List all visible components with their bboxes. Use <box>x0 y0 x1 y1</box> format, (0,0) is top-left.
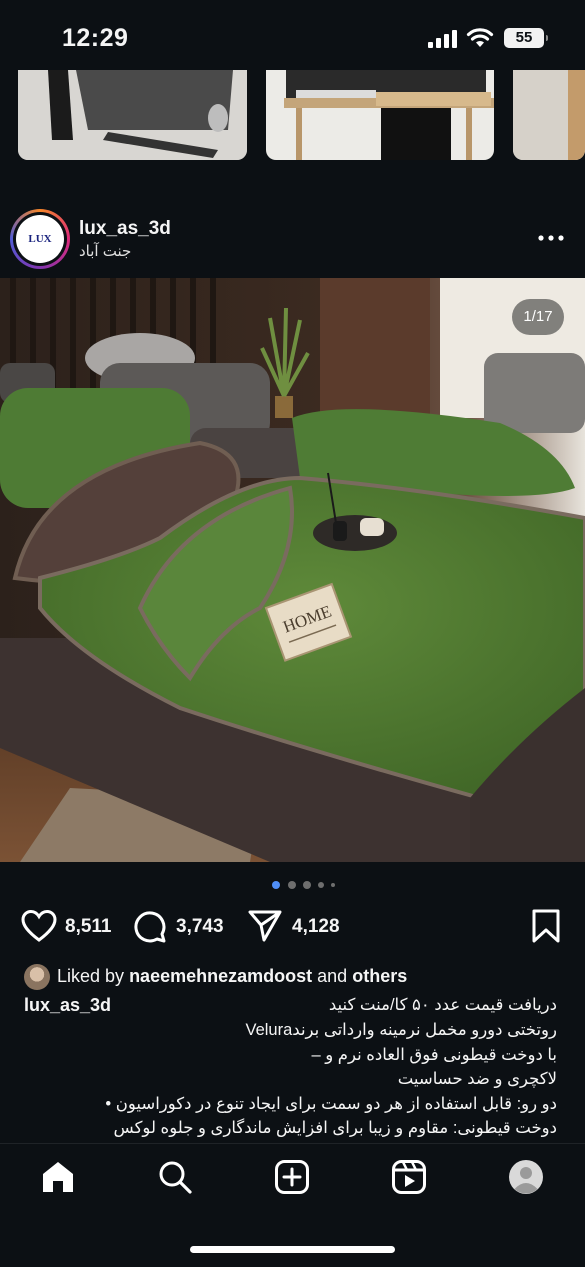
status-time: 12:29 <box>62 24 129 52</box>
create-icon[interactable] <box>274 1159 310 1195</box>
carousel-dot <box>303 881 311 889</box>
carousel-dot <box>288 881 296 889</box>
more-options-icon[interactable] <box>536 228 566 248</box>
desk-image <box>266 70 494 160</box>
bookmark-icon[interactable] <box>531 909 561 943</box>
status-bar: 12:29 55 <box>0 0 585 70</box>
reels-icon[interactable] <box>391 1159 427 1195</box>
comment-icon[interactable] <box>133 909 167 943</box>
liker-avatar <box>24 964 50 990</box>
post-image[interactable]: HOME <box>0 278 585 862</box>
post-location[interactable]: جنت آباد <box>79 242 131 260</box>
carousel-dot <box>331 883 335 887</box>
thumbnail-desk[interactable] <box>266 70 494 160</box>
caption-line: دریافت قیمت عدد ۵۰ کا/منت کنید <box>328 996 557 1014</box>
thumbnail-chair[interactable] <box>18 70 247 160</box>
chair-image <box>18 70 247 160</box>
caption-line: لاکچری و ضد حساسیت <box>397 1070 557 1088</box>
partial-image <box>513 70 585 160</box>
home-indicator <box>190 1246 395 1253</box>
avatar[interactable]: LUX AS3D <box>10 209 70 293</box>
share-icon[interactable] <box>247 909 283 943</box>
cellular-signal-icon <box>428 30 457 48</box>
carousel-indicator <box>268 879 348 891</box>
liked-by-prefix: Liked by <box>57 966 125 986</box>
carousel-dot <box>318 882 324 888</box>
caption-line: دوخت قیطونی: مقاوم و زیبا برای افزایش ما… <box>113 1119 557 1137</box>
bedroom-photo: HOME <box>0 278 585 862</box>
caption-line: با دوخت قیطونی فوق العاده نرم و – <box>311 1046 557 1064</box>
previous-post-strip[interactable] <box>0 70 585 162</box>
action-bar: 8,511 3,743 4,128 <box>0 905 585 949</box>
liked-by-user[interactable]: naeemehnezamdoost <box>129 966 312 986</box>
profile-icon[interactable] <box>508 1159 544 1195</box>
search-icon[interactable] <box>157 1159 193 1195</box>
comments-count[interactable]: 3,743 <box>176 916 224 938</box>
liked-by-row[interactable]: Liked by naeemehnezamdoost and others <box>24 964 564 990</box>
wifi-icon <box>466 28 494 47</box>
post-username[interactable]: lux_as_3d <box>79 218 171 240</box>
post-header: LUX AS3D lux_as_3d جنت آباد <box>0 204 585 293</box>
image-counter: 1/17 <box>512 299 564 335</box>
home-icon[interactable] <box>40 1159 76 1195</box>
carousel-dot <box>272 881 280 889</box>
avatar-logo: LUX AS3D <box>16 215 64 293</box>
caption-line: روتختی دورو مخمل نرمینه وارداتی برندVelu… <box>245 1021 558 1039</box>
heart-icon[interactable] <box>21 909 57 943</box>
shares-count[interactable]: 4,128 <box>292 916 340 938</box>
liked-by-text: Liked by naeemehnezamdoost and others <box>57 966 407 987</box>
battery-indicator: 55 <box>504 28 548 48</box>
caption-username[interactable]: lux_as_3d <box>24 995 111 1016</box>
caption-line: دو رو: قابل استفاده از هر دو سمت برای ای… <box>105 1095 557 1113</box>
likes-count[interactable]: 8,511 <box>65 916 112 938</box>
liked-by-middle: and <box>317 966 348 986</box>
thumbnail-partial[interactable] <box>513 70 585 160</box>
liked-by-others[interactable]: others <box>352 966 407 986</box>
